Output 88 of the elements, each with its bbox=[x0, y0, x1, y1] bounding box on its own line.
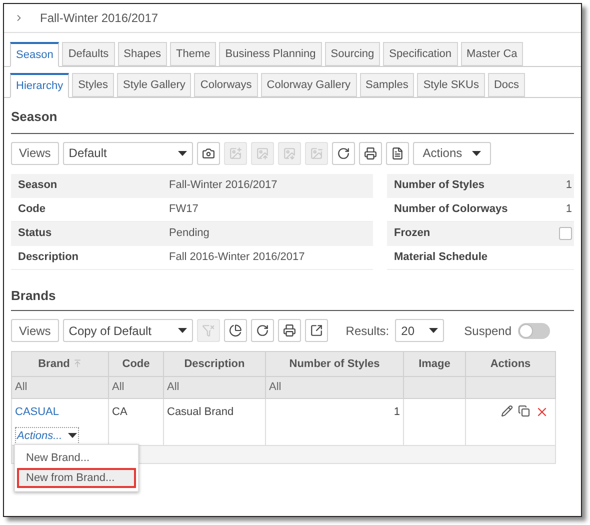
external-link-button[interactable] bbox=[304, 319, 328, 342]
menu-item[interactable]: New from Brand... bbox=[17, 468, 136, 488]
document-icon bbox=[390, 146, 404, 160]
tab[interactable]: Style SKUs bbox=[417, 73, 485, 97]
print-icon bbox=[364, 146, 377, 160]
tab[interactable]: Samples bbox=[360, 73, 414, 97]
filter-value[interactable]: All bbox=[167, 381, 180, 394]
field-value: 1 bbox=[566, 202, 572, 217]
tab[interactable]: Styles bbox=[72, 73, 114, 97]
pie-chart-icon bbox=[228, 324, 242, 337]
field-label: Number of Styles bbox=[393, 178, 484, 194]
filter-value[interactable]: All bbox=[269, 381, 282, 394]
tab[interactable]: Season bbox=[10, 42, 60, 67]
checkbox[interactable] bbox=[559, 227, 572, 240]
filter-clear-icon bbox=[202, 324, 215, 337]
tab[interactable]: Defaults bbox=[62, 42, 115, 66]
refresh-icon bbox=[336, 146, 350, 160]
external-link-icon bbox=[310, 324, 323, 337]
refresh-button[interactable] bbox=[332, 142, 355, 164]
table-cell: Casual Brand bbox=[167, 406, 234, 418]
view-select-value: Default bbox=[68, 145, 107, 162]
print-icon bbox=[282, 324, 296, 337]
pie-chart-button[interactable] bbox=[224, 319, 247, 342]
table-cell: 1 bbox=[394, 406, 400, 418]
image-icon bbox=[310, 146, 323, 160]
field-value: Fall 2016-Winter 2016/2017 bbox=[169, 250, 305, 265]
refresh-icon bbox=[256, 324, 269, 337]
results-label: Results: bbox=[346, 322, 390, 340]
section-heading: Season bbox=[11, 98, 574, 134]
field-label: Number of Colorways bbox=[393, 202, 508, 217]
view-select[interactable]: Default bbox=[62, 142, 193, 164]
field-value: Fall-Winter 2016/2017 bbox=[169, 178, 278, 194]
suspend-toggle[interactable] bbox=[518, 322, 550, 338]
field-label: Code bbox=[17, 202, 46, 217]
copy-icon[interactable] bbox=[518, 405, 530, 417]
field-label: Status bbox=[17, 226, 53, 242]
tab[interactable]: Docs bbox=[488, 73, 526, 97]
field-value: FW17 bbox=[169, 202, 198, 217]
views-button[interactable]: Views bbox=[11, 319, 59, 342]
results-select[interactable]: 20 bbox=[395, 319, 444, 342]
document-button[interactable] bbox=[386, 142, 409, 164]
table-cell: CA bbox=[112, 406, 128, 418]
print-button[interactable] bbox=[358, 142, 382, 164]
refresh-button[interactable] bbox=[250, 319, 274, 342]
tab[interactable]: Colorway Gallery bbox=[260, 73, 357, 97]
tab[interactable]: Theme bbox=[170, 42, 216, 66]
print-button[interactable] bbox=[278, 319, 301, 342]
column-header[interactable]: Description bbox=[164, 352, 266, 376]
camera-icon bbox=[202, 146, 215, 160]
image-icon bbox=[282, 146, 296, 160]
edit-icon[interactable] bbox=[501, 405, 513, 417]
field-label: Description bbox=[17, 250, 80, 265]
tab[interactable]: Colorways bbox=[194, 73, 258, 97]
camera-button[interactable] bbox=[196, 142, 220, 164]
field-value: Pending bbox=[169, 226, 210, 242]
menu-item[interactable]: New Brand... bbox=[17, 448, 136, 468]
field-value: 1 bbox=[566, 178, 572, 194]
filter-value[interactable]: All bbox=[15, 381, 28, 394]
column-header[interactable]: Brand bbox=[12, 352, 108, 376]
results-value: 20 bbox=[401, 322, 415, 340]
tab[interactable]: Hierarchy bbox=[10, 73, 70, 98]
suspend-label: Suspend bbox=[464, 322, 512, 340]
tab[interactable]: Business Planning bbox=[219, 42, 322, 66]
column-header[interactable]: Number of Styles bbox=[266, 352, 404, 376]
field-label: Frozen bbox=[393, 226, 430, 242]
caret-icon bbox=[178, 328, 187, 333]
field-label: Material Schedule bbox=[393, 250, 488, 265]
filter-value[interactable]: All bbox=[112, 381, 124, 394]
view-select[interactable]: Copy of Default bbox=[62, 319, 193, 342]
tab[interactable]: Sourcing bbox=[324, 42, 380, 66]
caret-icon bbox=[472, 150, 482, 156]
brand-link[interactable]: CASUAL bbox=[15, 404, 60, 420]
image-icon bbox=[256, 146, 269, 160]
window-title: Fall-Winter 2016/2017 bbox=[40, 10, 158, 27]
tab[interactable]: Style Gallery bbox=[117, 73, 192, 97]
view-select-value: Copy of Default bbox=[68, 322, 152, 340]
tab[interactable]: Shapes bbox=[118, 42, 167, 66]
views-button[interactable]: Views bbox=[11, 142, 59, 164]
section-heading: Brands bbox=[11, 270, 574, 311]
delete-icon[interactable] bbox=[535, 405, 549, 419]
image-icon bbox=[228, 146, 242, 160]
tab[interactable]: Specification bbox=[383, 42, 458, 66]
actions-button[interactable]: Actions bbox=[412, 142, 492, 164]
caret-icon bbox=[68, 433, 78, 438]
caret-icon bbox=[429, 328, 438, 333]
caret-icon bbox=[178, 150, 187, 156]
field-label: Season bbox=[17, 178, 58, 194]
tab[interactable]: Master Ca bbox=[460, 42, 524, 66]
